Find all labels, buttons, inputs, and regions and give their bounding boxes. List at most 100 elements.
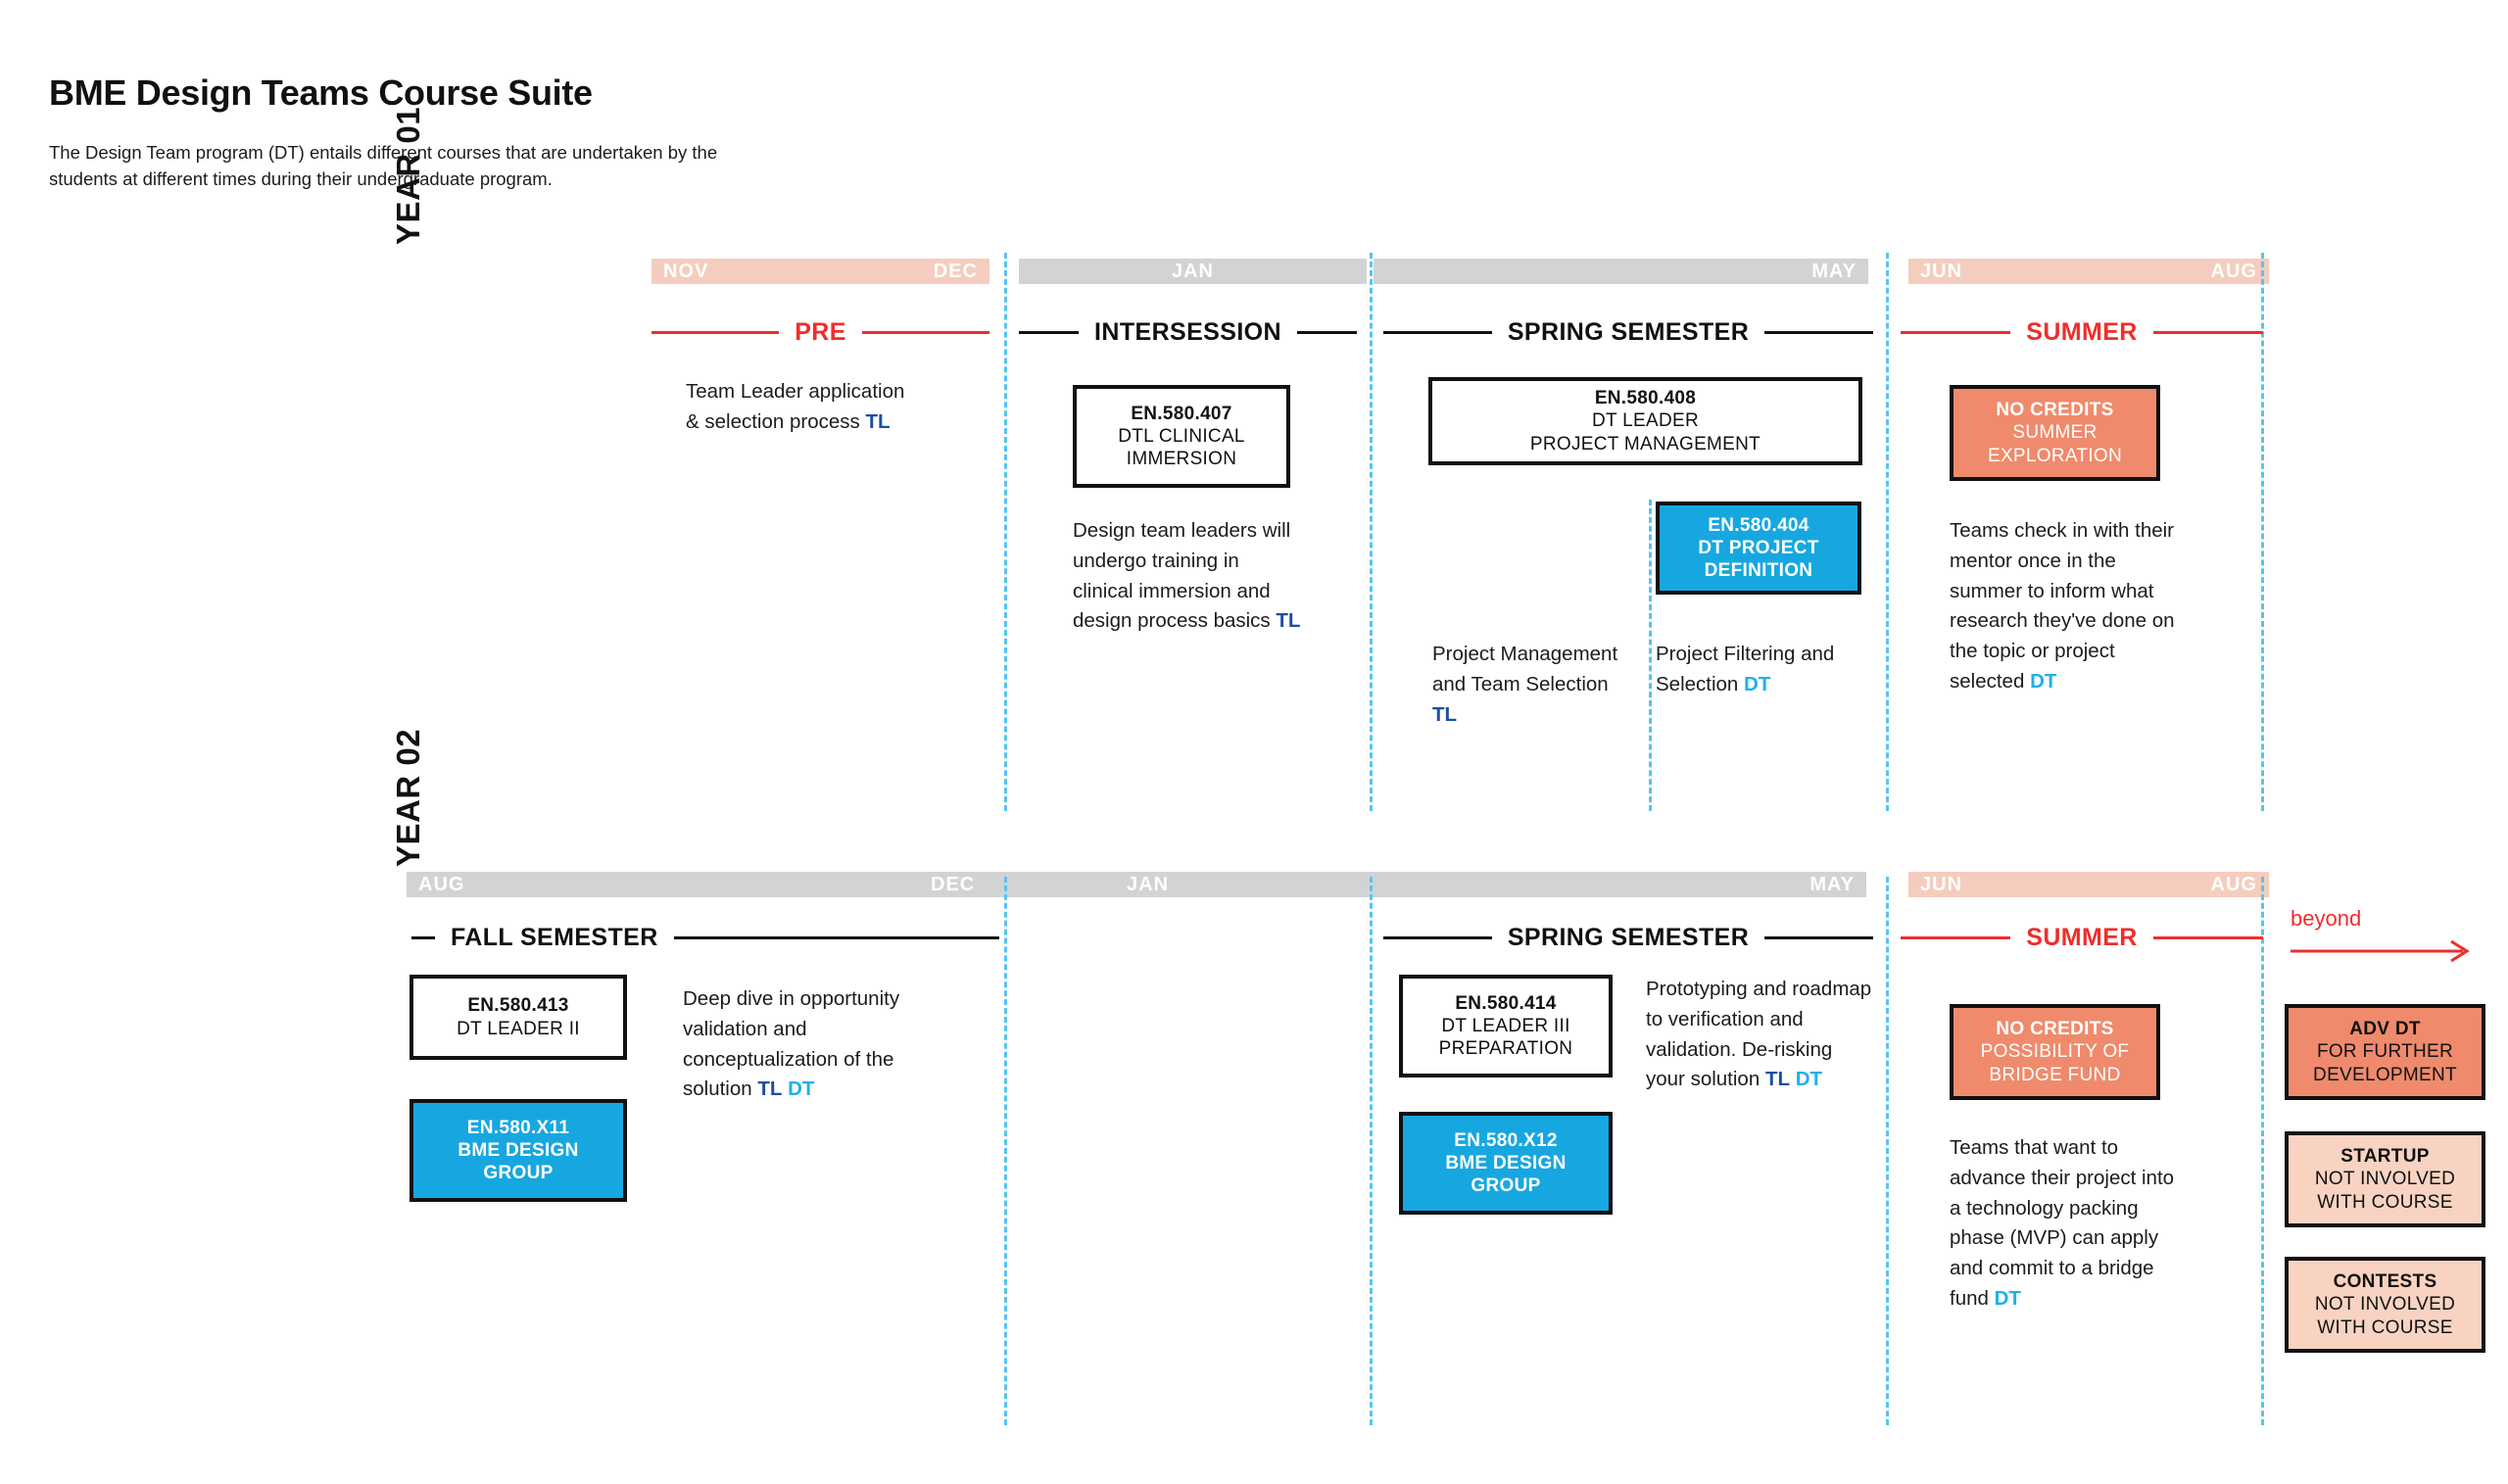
- course-box-adv-dt[interactable]: ADV DT FOR FURTHER DEVELOPMENT: [2285, 1004, 2485, 1100]
- phase-header-summer-y1: SUMMER: [1901, 318, 2264, 347]
- fall-y2-description: Deep dive in opportunity validation and …: [683, 984, 928, 1105]
- phase-rule-right: [2152, 936, 2264, 939]
- course-name-line2: EXPLORATION: [1987, 445, 2123, 466]
- divider-pre-intersession: [1004, 253, 1007, 811]
- course-code: EN.580.414: [1455, 992, 1557, 1014]
- beyond-label: beyond: [2291, 906, 2362, 931]
- year-02-label: YEAR 02: [390, 728, 426, 867]
- divider-y2-gap-spring: [1370, 877, 1373, 1425]
- month-label-aug-y2: AUG: [418, 873, 465, 895]
- month-bar-y2-academic: AUG DEC JAN MAY: [407, 872, 1866, 897]
- course-name-line2: IMMERSION: [1126, 449, 1237, 470]
- course-code: EN.580.X12: [1454, 1129, 1558, 1151]
- course-name-line2: DEFINITION: [1704, 560, 1813, 582]
- month-label-jun: JUN: [1920, 260, 1963, 282]
- phase-label-intersession: INTERSESSION: [1094, 318, 1281, 346]
- course-name-line1: DT LEADER III: [1441, 1015, 1570, 1036]
- tag-tl: TL: [757, 1077, 783, 1101]
- course-box-contests[interactable]: CONTESTS NOT INVOLVED WITH COURSE: [2285, 1257, 2485, 1353]
- course-name-line1: BME DESIGN: [1445, 1152, 1567, 1173]
- course-code: STARTUP: [2340, 1146, 2430, 1168]
- divider-y2-fall-gap: [1004, 877, 1007, 1425]
- course-box-en580x12[interactable]: EN.580.X12 BME DESIGN GROUP: [1399, 1112, 1613, 1215]
- course-box-summer-exploration[interactable]: NO CREDITS SUMMER EXPLORATION: [1950, 385, 2160, 481]
- summer-y2-description: Teams that want to advance their project…: [1950, 1133, 2175, 1315]
- phase-rule-right: [673, 936, 999, 939]
- month-label-aug: AUG: [2210, 260, 2257, 282]
- summer-y1-description: Teams check in with their mentor once in…: [1950, 516, 2175, 697]
- month-label-jan: JAN: [1171, 260, 1215, 282]
- divider-y2-summer-beyond: [2261, 877, 2264, 1425]
- phase-rule-left: [1901, 331, 2011, 334]
- phase-label-fall-y2: FALL SEMESTER: [451, 924, 658, 951]
- phase-label-spring-y1: SPRING SEMESTER: [1507, 318, 1750, 346]
- month-bar-nov-dec: NOV DEC: [651, 259, 989, 284]
- course-code: EN.580.407: [1131, 403, 1232, 424]
- year-01-label: YEAR 01: [390, 106, 426, 245]
- beyond-group: beyond: [2291, 906, 2477, 965]
- month-label-may-y2: MAY: [1809, 873, 1855, 895]
- course-name-line1: BME DESIGN: [458, 1139, 579, 1161]
- course-code: EN.580.408: [1594, 388, 1697, 409]
- divider-spring-mid: [1649, 500, 1652, 811]
- spring-y1-right-description: Project Filtering and Selection DT: [1656, 640, 1866, 700]
- month-bar-jun-aug: JUN AUG: [1908, 259, 2269, 284]
- month-label-jan-y2: JAN: [1127, 873, 1170, 895]
- course-code: NO CREDITS: [1996, 1019, 2114, 1040]
- spring-y2-text: Prototyping and roadmap to verification …: [1646, 978, 1872, 1091]
- course-name-line1: NOT INVOLVED: [2314, 1294, 2456, 1316]
- month-bar-jan: JAN: [1019, 259, 1367, 284]
- tag-tl: TL: [1276, 609, 1301, 633]
- month-bar-may: MAY: [1374, 259, 1868, 284]
- phase-label-summer-y1: SUMMER: [2026, 318, 2138, 346]
- course-name-line1: DT LEADER II: [457, 1018, 580, 1039]
- diagram-canvas: BME Design Teams Course Suite The Design…: [0, 0, 2508, 1484]
- course-code: EN.580.404: [1708, 514, 1809, 536]
- tag-dt: DT: [1744, 672, 1771, 695]
- phase-label-pre: PRE: [795, 318, 846, 346]
- phase-rule-right: [1296, 331, 1358, 334]
- month-label-may: MAY: [1811, 260, 1857, 282]
- course-box-en580404[interactable]: EN.580.404 DT PROJECT DEFINITION: [1656, 502, 1861, 595]
- phase-header-spring-y2: SPRING SEMESTER: [1383, 924, 1874, 952]
- month-label-nov: NOV: [663, 260, 709, 282]
- phase-rule-left: [411, 936, 435, 939]
- course-name-line2: WITH COURSE: [2317, 1316, 2453, 1338]
- divider-spring-summer: [1886, 253, 1889, 811]
- month-label-jun-y2: JUN: [1920, 873, 1963, 895]
- course-name-line1: DT PROJECT: [1698, 537, 1819, 558]
- tag-tl: TL: [865, 409, 891, 433]
- course-box-en580408[interactable]: EN.580.408 DT LEADER PROJECT MANAGEMENT: [1428, 377, 1862, 465]
- phase-label-summer-y2: SUMMER: [2026, 924, 2138, 951]
- spring-y2-description: Prototyping and roadmap to verification …: [1646, 975, 1876, 1095]
- course-name-line2: PROJECT MANAGEMENT: [1529, 433, 1761, 455]
- course-box-en580413[interactable]: EN.580.413 DT LEADER II: [410, 975, 627, 1060]
- course-code: EN.580.X11: [466, 1117, 570, 1138]
- course-name-line2: WITH COURSE: [2317, 1191, 2453, 1213]
- phase-rule-right: [1764, 936, 1874, 939]
- tag-dt: DT: [2030, 669, 2057, 693]
- course-name-line1: NOT INVOLVED: [2314, 1169, 2456, 1190]
- phase-rule-left: [651, 331, 780, 334]
- course-box-en580x11[interactable]: EN.580.X11 BME DESIGN GROUP: [410, 1099, 627, 1202]
- tag-dt: DT: [1795, 1068, 1823, 1091]
- summer-y2-text: Teams that want to advance their project…: [1950, 1136, 2175, 1310]
- phase-rule-right: [1764, 331, 1874, 334]
- course-box-en580414[interactable]: EN.580.414 DT LEADER III PREPARATION: [1399, 975, 1613, 1077]
- course-name-line2: GROUP: [483, 1163, 554, 1184]
- phase-rule-left: [1383, 936, 1492, 939]
- spring-y1-left-description: Project Management and Team Selection TL: [1432, 640, 1623, 730]
- month-label-dec: DEC: [933, 260, 978, 282]
- course-code: CONTESTS: [2333, 1271, 2437, 1293]
- course-box-bridge-fund[interactable]: NO CREDITS POSSIBILITY OF BRIDGE FUND: [1950, 1004, 2160, 1100]
- summer-y1-text: Teams check in with their mentor once in…: [1950, 519, 2175, 693]
- course-box-en580407[interactable]: EN.580.407 DTL CLINICAL IMMERSION: [1073, 385, 1290, 488]
- course-box-startup[interactable]: STARTUP NOT INVOLVED WITH COURSE: [2285, 1131, 2485, 1227]
- course-name-line1: DTL CLINICAL: [1118, 425, 1245, 447]
- course-name-line2: GROUP: [1471, 1175, 1541, 1197]
- phase-header-spring-y1: SPRING SEMESTER: [1383, 318, 1874, 347]
- beyond-arrow-icon: [2291, 939, 2470, 963]
- tag-tl: TL: [1764, 1068, 1790, 1091]
- phase-rule-left: [1383, 331, 1492, 334]
- course-name-line1: POSSIBILITY OF: [1980, 1041, 2130, 1063]
